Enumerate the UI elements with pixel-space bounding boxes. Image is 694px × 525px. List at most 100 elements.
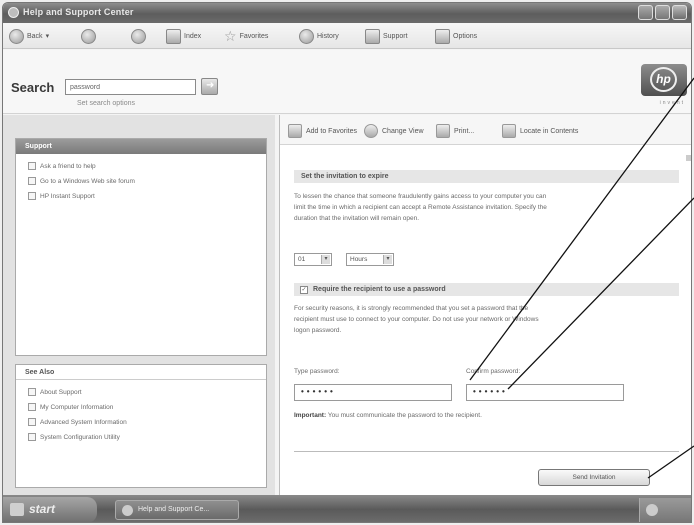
window-controls — [638, 5, 687, 20]
duration-unit-select[interactable]: Hours ▾ — [346, 253, 394, 266]
confirm-password-field[interactable]: •••••• — [466, 384, 624, 401]
text-line: limit the time in which a recipient can … — [294, 204, 547, 211]
support-panel-title: Support — [16, 139, 266, 154]
change-view-icon — [364, 124, 378, 138]
help-support-window: Help and Support Center Back ▾ Index ☆ F… — [2, 2, 692, 523]
support-label: Support — [383, 32, 408, 40]
help-app-icon — [122, 505, 133, 516]
support-icon — [365, 28, 380, 44]
type-password-label: Type password: — [294, 368, 340, 375]
expire-description: To lessen the chance that someone fraudu… — [294, 191, 547, 224]
print-button[interactable]: Print... — [436, 124, 474, 138]
support-button[interactable]: Support — [365, 27, 408, 45]
add-favorites-button[interactable]: Add to Favorites — [288, 124, 357, 138]
duration-unit: Hours — [350, 256, 368, 263]
index-button[interactable]: Index — [166, 27, 201, 45]
back-arrow-icon — [9, 28, 24, 44]
taskbar-item-help[interactable]: Help and Support Ce... — [115, 500, 239, 520]
forward-arrow-icon — [81, 28, 96, 44]
start-button[interactable]: start — [3, 497, 97, 522]
change-view-label: Change View — [382, 127, 424, 135]
checkbox-icon — [28, 177, 36, 185]
support-panel: Support Ask a friend to help Go to a Win… — [15, 138, 267, 356]
security-description: For security reasons, it is strongly rec… — [294, 303, 539, 336]
text-line: recipient must use to connect to your co… — [294, 316, 539, 323]
duration-value-select[interactable]: 01 ▾ — [294, 253, 332, 266]
forward-button[interactable] — [81, 27, 96, 45]
search-options-link[interactable]: Set search options — [77, 100, 135, 107]
require-password-label: Require the recipient to use a password — [313, 286, 446, 293]
type-password-field[interactable]: •••••• — [294, 384, 452, 401]
list-item[interactable]: Ask a friend to help — [28, 162, 266, 170]
home-button[interactable] — [131, 27, 146, 45]
list-item[interactable]: About Support — [28, 388, 266, 396]
main-toolbar: Back ▾ Index ☆ Favorites History Support… — [3, 23, 691, 49]
list-item-label: About Support — [40, 388, 82, 396]
favorites-icon — [288, 124, 302, 138]
options-button[interactable]: Options — [435, 27, 477, 45]
add-favorites-label: Add to Favorites — [306, 127, 357, 135]
close-button[interactable] — [672, 5, 687, 20]
list-item-label: My Computer Information — [40, 403, 114, 411]
list-item-label: HP Instant Support — [40, 192, 95, 200]
options-label: Options — [453, 32, 478, 40]
checkbox-icon — [28, 418, 36, 426]
history-button[interactable]: History — [299, 27, 339, 45]
taskbar-item-label: Help and Support Ce... — [138, 506, 210, 513]
locate-icon — [502, 124, 516, 138]
checkbox-icon: ✓ — [300, 285, 308, 294]
text-line: For security reasons, it is strongly rec… — [294, 305, 529, 312]
options-icon — [435, 28, 450, 44]
left-pane: Support Ask a friend to help Go to a Win… — [3, 115, 275, 495]
checkbox-icon — [28, 192, 36, 200]
hp-logo-text: hp — [650, 67, 677, 92]
list-item[interactable]: Go to a Windows Web site forum — [28, 177, 266, 185]
chevron-down-icon: ▾ — [321, 255, 330, 264]
minimize-button[interactable] — [638, 5, 653, 20]
search-go-button[interactable]: ➜ — [201, 78, 218, 95]
search-input[interactable] — [65, 79, 196, 95]
divider — [294, 451, 679, 452]
list-item[interactable]: My Computer Information — [28, 403, 266, 411]
expire-section-heading: Set the invitation to expire — [294, 170, 679, 183]
arrow-right-icon: ➜ — [206, 80, 215, 91]
text-line: To lessen the chance that someone fraudu… — [294, 193, 547, 200]
important-note: Important: You must communicate the pass… — [294, 412, 482, 419]
printer-icon — [436, 124, 450, 138]
list-item[interactable]: HP Instant Support — [28, 192, 266, 200]
windows-flag-icon — [10, 503, 24, 516]
locate-contents-button[interactable]: Locate in Contents — [502, 124, 578, 138]
require-password-checkbox[interactable]: ✓ Require the recipient to use a passwor… — [294, 283, 679, 296]
list-item[interactable]: Advanced System Information — [28, 418, 266, 426]
taskbar: start Help and Support Ce... — [3, 495, 691, 522]
back-button[interactable]: Back ▾ — [9, 27, 49, 45]
list-item-label: Ask a friend to help — [40, 162, 96, 170]
hp-tagline: invent — [659, 100, 685, 106]
tray-icon[interactable] — [646, 504, 658, 516]
maximize-button[interactable] — [655, 5, 670, 20]
window-title: Help and Support Center — [23, 7, 134, 17]
text-line: logon password. — [294, 327, 342, 334]
back-dropdown-icon: ▾ — [45, 33, 50, 40]
list-item[interactable]: System Configuration Utility — [28, 433, 266, 441]
content-toolbar: Add to Favorites Change View Print... Lo… — [280, 115, 691, 145]
favorites-button[interactable]: ☆ Favorites — [224, 27, 268, 45]
change-view-button[interactable]: Change View — [364, 124, 424, 138]
index-label: Index — [184, 32, 202, 40]
help-app-icon — [8, 7, 19, 18]
scrollbar[interactable] — [686, 155, 691, 161]
checkbox-icon — [28, 162, 36, 170]
see-also-panel-title: See Also — [16, 365, 266, 380]
print-label: Print... — [454, 127, 475, 135]
system-tray — [639, 498, 691, 522]
send-invitation-button[interactable]: Send Invitation — [538, 469, 650, 486]
chevron-down-icon: ▾ — [383, 255, 392, 264]
favorites-label: Favorites — [239, 32, 269, 40]
back-label: Back — [27, 32, 43, 40]
home-icon — [131, 28, 146, 44]
right-pane: Add to Favorites Change View Print... Lo… — [279, 115, 691, 495]
duration-value: 01 — [298, 256, 306, 263]
checkbox-icon — [28, 433, 36, 441]
start-label: start — [29, 502, 56, 516]
title-bar: Help and Support Center — [3, 3, 691, 23]
